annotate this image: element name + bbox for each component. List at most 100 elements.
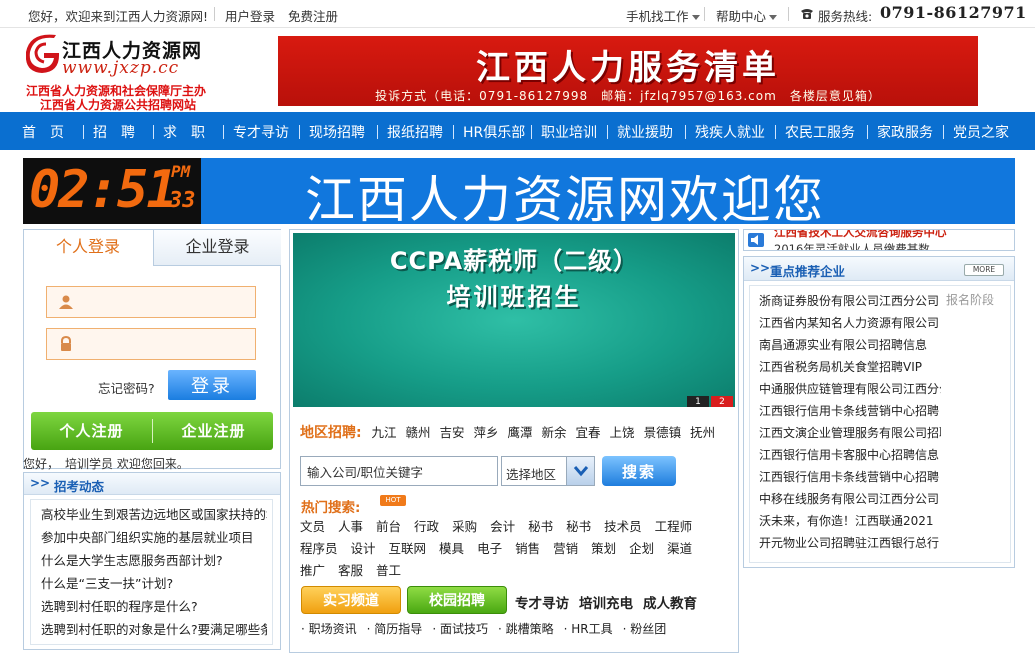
hot-keyword[interactable]: 设计 <box>351 538 376 557</box>
list-item[interactable]: 开元物业公司招聘驻江西银行总行 <box>759 534 941 551</box>
hot-keyword[interactable]: 推广 <box>300 560 325 579</box>
tip-link[interactable]: · 粉丝团 <box>623 620 667 637</box>
username-input[interactable] <box>46 286 256 318</box>
tip-link[interactable]: · 简历指导 <box>367 620 423 637</box>
nav-item-disabled-employment[interactable]: 残疾人就业 <box>695 122 765 142</box>
region-city[interactable]: 新余 <box>542 422 567 441</box>
region-city[interactable]: 吉安 <box>439 422 464 441</box>
clock-ampm: PM <box>171 162 191 181</box>
hot-keyword[interactable]: 工程师 <box>655 516 693 535</box>
region-city[interactable]: 上饶 <box>610 422 635 441</box>
hot-keyword[interactable]: 普工 <box>376 560 401 579</box>
hot-keyword[interactable]: 企划 <box>629 538 654 557</box>
nav-item-employment-aid[interactable]: 就业援助 <box>617 122 673 142</box>
region-city[interactable]: 抚州 <box>690 422 715 441</box>
nav-item-housekeeping[interactable]: 家政服务 <box>877 122 933 142</box>
hot-keyword[interactable]: 策划 <box>591 538 616 557</box>
tab-personal-login[interactable]: 个人登录 <box>24 230 152 266</box>
user-icon <box>59 295 73 309</box>
nav-item-jobseek[interactable]: 求 职 <box>163 122 205 142</box>
nav-item-talent-search[interactable]: 专才寻访 <box>233 122 289 142</box>
free-register-link[interactable]: 免费注册 <box>288 6 338 25</box>
user-login-link[interactable]: 用户登录 <box>225 6 275 25</box>
hot-keyword[interactable]: 客服 <box>338 560 363 579</box>
help-center-link[interactable]: 帮助中心 <box>716 6 778 25</box>
slider-page-2[interactable]: 2 <box>711 396 733 407</box>
area-dropdown-toggle[interactable] <box>566 457 594 485</box>
more-button[interactable]: MORE <box>964 264 1004 276</box>
service-banner[interactable]: 江西人力服务清单 投诉方式（电话：0791-86127998 邮箱：jfzlq7… <box>278 36 978 106</box>
personal-register-button[interactable]: 个人注册 <box>31 412 152 450</box>
talent-search-link[interactable]: 专才寻访 <box>515 592 569 612</box>
region-city[interactable]: 景德镇 <box>644 422 682 441</box>
hot-keyword[interactable]: 销售 <box>515 538 540 557</box>
slider-page-1[interactable]: 1 <box>687 396 709 407</box>
list-item[interactable]: 中通服供应链管理有限公司江西分公司 <box>759 380 941 397</box>
tip-link[interactable]: · 跳槽策略 <box>498 620 554 637</box>
region-city[interactable]: 九江 <box>371 422 396 441</box>
list-item[interactable]: 沃未来，有你造！江西联通2021 <box>759 512 941 529</box>
hot-keyword[interactable]: 渠道 <box>667 538 692 557</box>
hot-keyword[interactable]: 技术员 <box>604 516 642 535</box>
hot-keyword[interactable]: 人事 <box>338 516 363 535</box>
list-item[interactable]: 中移在线服务有限公司江西分公司 <box>759 490 941 507</box>
hot-keyword[interactable]: 营销 <box>553 538 578 557</box>
list-item[interactable]: 高校毕业生到艰苦边远地区或国家扶持的地区就业 <box>41 504 267 523</box>
nav-item-party-home[interactable]: 党员之家 <box>953 122 1009 142</box>
login-button[interactable]: 登录 <box>168 370 256 400</box>
list-item[interactable]: 参加中央部门组织实施的基层就业项目 <box>41 527 267 546</box>
area-select[interactable]: 选择地区 <box>501 456 595 486</box>
hot-keyword[interactable]: 采购 <box>452 516 477 535</box>
list-item[interactable]: 江西省内某知名人力资源有限公司 <box>759 314 941 331</box>
nav-item-training[interactable]: 职业培训 <box>541 122 597 142</box>
adult-education-link[interactable]: 成人教育 <box>643 592 697 612</box>
region-city[interactable]: 赣州 <box>405 422 430 441</box>
forgot-password-link[interactable]: 忘记密码? <box>98 378 155 397</box>
list-item[interactable]: 江西银行信用卡条线营销中心招聘 <box>759 402 941 419</box>
nav-item-recruit[interactable]: 招 聘 <box>93 122 135 142</box>
region-city[interactable]: 萍乡 <box>473 422 498 441</box>
tip-link[interactable]: · HR工具 <box>564 620 613 637</box>
list-item[interactable]: 浙商证券股份有限公司江西分公司 <box>759 292 941 309</box>
hot-keyword[interactable]: 前台 <box>376 516 401 535</box>
nav-item-newspaper[interactable]: 报纸招聘 <box>387 122 443 142</box>
hot-keyword[interactable]: 模具 <box>439 538 464 557</box>
hot-keyword[interactable]: 程序员 <box>300 538 338 557</box>
hot-keyword[interactable]: 互联网 <box>389 538 427 557</box>
site-logo[interactable]: 江西人力资源网 www.jxzp.cc 江西省人力资源和社会保障厅主办 江西省人… <box>26 34 276 112</box>
hot-keyword[interactable]: 会计 <box>490 516 515 535</box>
list-item[interactable]: 江西银行信用卡条线营销中心招聘 <box>759 468 941 485</box>
hot-keyword[interactable]: 秘书 <box>528 516 553 535</box>
promo-slider[interactable]: CCPA薪税师（二级） 培训班招生 12 <box>293 233 735 407</box>
list-item[interactable]: 江西银行信用卡客服中心招聘信息 <box>759 446 941 463</box>
hot-keyword[interactable]: 电子 <box>477 538 502 557</box>
tip-link[interactable]: · 职场资讯 <box>301 620 357 637</box>
intern-channel-button[interactable]: 实习频道 <box>301 586 401 614</box>
search-button[interactable]: 搜索 <box>602 456 676 486</box>
company-register-button[interactable]: 企业注册 <box>153 412 274 450</box>
notice-ticker[interactable]: 江西省技术工人交流咨询服务中心 2016年灵活就业人员缴费基数… <box>743 229 1015 251</box>
region-city[interactable]: 鹰潭 <box>508 422 533 441</box>
tip-link[interactable]: · 面试技巧 <box>432 620 488 637</box>
nav-item-onsite-fair[interactable]: 现场招聘 <box>309 122 365 142</box>
list-item[interactable]: 江西省税务局机关食堂招聘VIP <box>759 358 941 375</box>
campus-recruit-button[interactable]: 校园招聘 <box>407 586 507 614</box>
nav-item-migrant-workers[interactable]: 农民工服务 <box>785 122 855 142</box>
list-item[interactable]: 江西文演企业管理服务有限公司招聘 <box>759 424 941 441</box>
region-city[interactable]: 宜春 <box>576 422 601 441</box>
hot-keyword[interactable]: 行政 <box>414 516 439 535</box>
hot-keyword[interactable]: 秘书 <box>566 516 591 535</box>
list-item[interactable]: 什么是大学生志愿服务西部计划? <box>41 550 267 569</box>
list-item[interactable]: 选聘到村任职的对象是什么?要满足哪些条件 <box>41 619 267 638</box>
nav-item-home[interactable]: 首 页 <box>22 122 64 142</box>
training-link[interactable]: 培训充电 <box>579 592 633 612</box>
password-input[interactable] <box>46 328 256 360</box>
hot-keyword[interactable]: 文员 <box>300 516 325 535</box>
nav-item-hr-club[interactable]: HR俱乐部 <box>463 122 525 142</box>
tab-company-login[interactable]: 企业登录 <box>153 230 281 266</box>
list-item[interactable]: 什么是“三支一扶”计划? <box>41 573 267 592</box>
keyword-input[interactable] <box>300 456 498 486</box>
list-item[interactable]: 南昌通源实业有限公司招聘信息 <box>759 336 941 353</box>
list-item[interactable]: 选聘到村任职的程序是什么? <box>41 596 267 615</box>
mobile-job-link[interactable]: 手机找工作 <box>626 6 700 25</box>
